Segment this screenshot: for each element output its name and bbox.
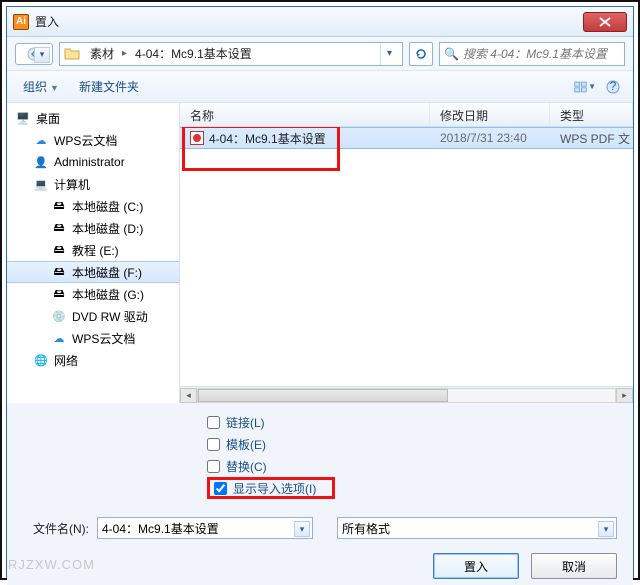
crumb-2[interactable]: 4-04：Mc9.1基本设置 <box>129 43 258 65</box>
tree-computer[interactable]: 💻计算机 <box>7 173 179 195</box>
new-folder-button[interactable]: 新建文件夹 <box>71 74 147 99</box>
computer-icon: 💻 <box>33 176 49 192</box>
user-icon: 👤 <box>33 154 49 170</box>
tree-disk-f[interactable]: 🖴本地磁盘 (F:) <box>7 261 179 283</box>
disc-icon: 💿 <box>51 308 67 324</box>
col-date[interactable]: 修改日期 <box>430 103 550 126</box>
scroll-thumb[interactable] <box>198 389 448 402</box>
cloud-icon: ☁ <box>51 330 67 346</box>
search-input[interactable]: 🔍 搜索 4-04：Mc9.1基本设置 <box>439 42 625 66</box>
network-icon: 🌐 <box>33 352 49 368</box>
scroll-right[interactable]: ▸ <box>616 388 633 403</box>
options-panel: 链接(L) 模板(E) 替换(C) 显示导入选项(I) <box>7 403 633 507</box>
option-replace[interactable]: 替换(C) <box>207 455 633 477</box>
filename-row: 文件名(N): 4-04：Mc9.1基本设置 ▾ 所有格式 ▾ <box>23 517 617 539</box>
checkbox-template[interactable] <box>207 438 220 451</box>
col-type[interactable]: 类型 <box>550 103 633 126</box>
checkbox-replace[interactable] <box>207 460 220 473</box>
folder-tree[interactable]: 🖥️桌面 ☁WPS云文档 👤Administrator 💻计算机 🖴本地磁盘 (… <box>7 103 180 403</box>
toolbar: 组织▼ 新建文件夹 ▼ ? <box>7 71 633 103</box>
organize-menu[interactable]: 组织▼ <box>15 74 67 99</box>
place-button[interactable]: 置入 <box>433 553 519 579</box>
chevron-right-icon: ▸ <box>120 48 129 59</box>
scroll-left[interactable]: ◂ <box>180 388 197 403</box>
pdf-icon <box>190 131 204 145</box>
tree-disk-d[interactable]: 🖴本地磁盘 (D:) <box>7 217 179 239</box>
filetype-value: 所有格式 <box>342 520 390 537</box>
breadcrumb-dropdown[interactable]: ▾ <box>380 43 398 65</box>
refresh-icon <box>414 47 428 61</box>
search-icon: 🔍 <box>444 47 459 61</box>
chevron-down-icon[interactable]: ▾ <box>598 521 614 537</box>
nav-back-button[interactable]: ▾ <box>15 43 53 65</box>
horizontal-scrollbar[interactable]: ◂ ▸ <box>180 386 633 403</box>
drive-icon: 🖴 <box>51 198 67 214</box>
help-icon: ? <box>606 80 620 94</box>
cancel-button[interactable]: 取消 <box>531 553 617 579</box>
close-button[interactable] <box>583 12 627 32</box>
tree-disk-e[interactable]: 🖴教程 (E:) <box>7 239 179 261</box>
file-row[interactable]: 4-04：Mc9.1基本设置 2018/7/31 23:40 WPS PDF 文 <box>180 127 633 149</box>
tree-disk-g[interactable]: 🖴本地磁盘 (G:) <box>7 283 179 305</box>
breadcrumb[interactable]: 素材 ▸ 4-04：Mc9.1基本设置 ▾ <box>59 42 403 66</box>
folder-icon <box>64 46 80 62</box>
filetype-combo[interactable]: 所有格式 ▾ <box>337 517 617 539</box>
search-placeholder: 搜索 4-04：Mc9.1基本设置 <box>463 45 607 62</box>
tree-dvd[interactable]: 💿DVD RW 驱动 <box>7 305 179 327</box>
view-icon <box>574 80 587 94</box>
app-icon: Ai <box>13 14 29 30</box>
tree-administrator[interactable]: 👤Administrator <box>7 151 179 173</box>
drive-icon: 🖴 <box>51 242 67 258</box>
option-template[interactable]: 模板(E) <box>207 433 633 455</box>
desktop-icon: 🖥️ <box>15 110 31 126</box>
tree-disk-c[interactable]: 🖴本地磁盘 (C:) <box>7 195 179 217</box>
tree-wps-cloud-2[interactable]: ☁WPS云文档 <box>7 327 179 349</box>
watermark: RJZXW.COM <box>8 557 95 572</box>
bottom-panel: 文件名(N): 4-04：Mc9.1基本设置 ▾ 所有格式 ▾ 置入 取消 <box>7 507 633 585</box>
checkbox-link[interactable] <box>207 416 220 429</box>
drive-icon: 🖴 <box>51 286 67 302</box>
refresh-button[interactable] <box>409 42 433 66</box>
scroll-track[interactable] <box>197 388 616 403</box>
dialog-body: 🖥️桌面 ☁WPS云文档 👤Administrator 💻计算机 🖴本地磁盘 (… <box>7 103 633 403</box>
cloud-icon: ☁ <box>33 132 49 148</box>
filename-value: 4-04：Mc9.1基本设置 <box>102 520 219 537</box>
help-button[interactable]: ? <box>601 75 625 99</box>
drive-icon: 🖴 <box>51 220 67 236</box>
svg-text:?: ? <box>610 80 617 93</box>
drive-icon: 🖴 <box>51 264 67 280</box>
file-list: 名称 修改日期 类型 4-04：Mc9.1基本设置 2018/7/31 23:4… <box>180 103 633 403</box>
chevron-down-icon[interactable]: ▾ <box>294 521 310 537</box>
checkbox-show-import[interactable] <box>214 482 227 495</box>
tree-network[interactable]: 🌐网络 <box>7 349 179 371</box>
button-row: 置入 取消 <box>23 553 617 579</box>
option-show-import[interactable]: 显示导入选项(I) <box>207 477 335 499</box>
tree-wps-cloud[interactable]: ☁WPS云文档 <box>7 129 179 151</box>
file-name-cell: 4-04：Mc9.1基本设置 <box>180 130 430 147</box>
crumb-1[interactable]: 素材 <box>84 43 120 65</box>
close-icon <box>599 17 611 27</box>
file-date-cell: 2018/7/31 23:40 <box>430 131 550 145</box>
filename-combo[interactable]: 4-04：Mc9.1基本设置 ▾ <box>97 517 313 539</box>
list-header: 名称 修改日期 类型 <box>180 103 633 127</box>
option-link[interactable]: 链接(L) <box>207 411 633 433</box>
titlebar: Ai 置入 <box>7 7 633 37</box>
filename-label: 文件名(N): <box>23 520 89 537</box>
view-mode-button[interactable]: ▼ <box>573 75 597 99</box>
path-bar: ▾ 素材 ▸ 4-04：Mc9.1基本设置 ▾ 🔍 搜索 4-04：Mc9.1基… <box>7 37 633 71</box>
col-name[interactable]: 名称 <box>180 103 430 126</box>
dialog-title: 置入 <box>35 13 583 30</box>
file-type-cell: WPS PDF 文 <box>550 130 633 147</box>
tree-desktop[interactable]: 🖥️桌面 <box>7 107 179 129</box>
list-rows[interactable]: 4-04：Mc9.1基本设置 2018/7/31 23:40 WPS PDF 文 <box>180 127 633 386</box>
place-dialog: Ai 置入 ▾ 素材 ▸ 4-04：Mc9.1基本设置 ▾ 🔍 搜索 4-04：… <box>6 6 634 578</box>
